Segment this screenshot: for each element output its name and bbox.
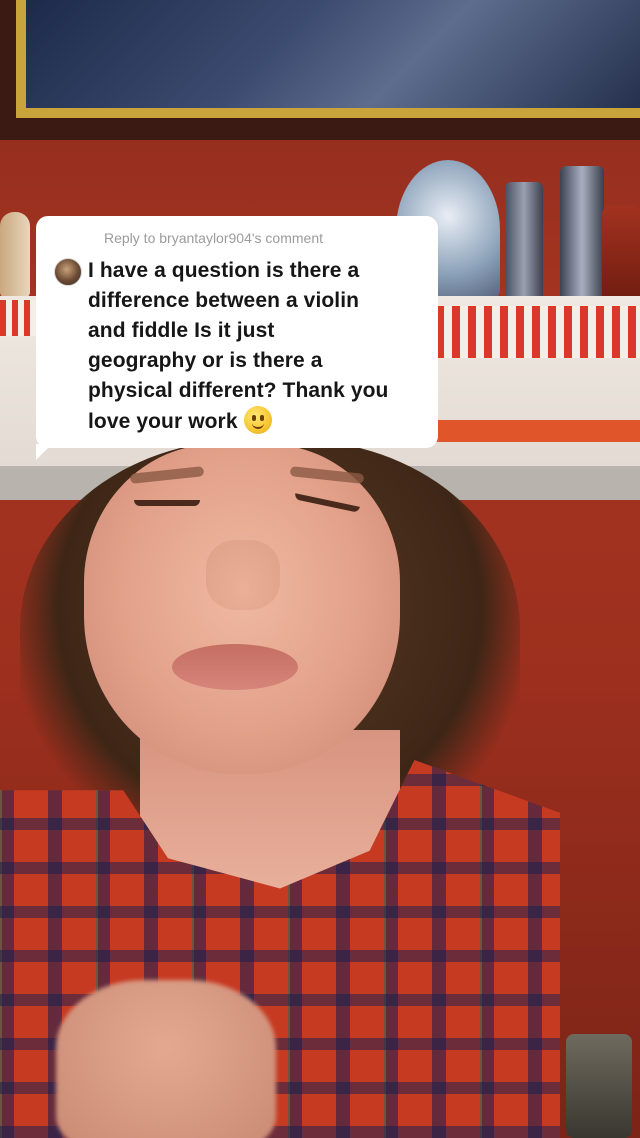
reply-header: Reply to bryantaylor904's comment (104, 230, 323, 246)
red-lantern (602, 206, 640, 304)
video-background[interactable] (0, 0, 640, 1138)
comment-line: geography or is there a (88, 349, 323, 372)
comment-line: difference between a violin (88, 289, 360, 312)
framed-painting (16, 0, 640, 118)
comment-row: I have a question is there a difference … (54, 256, 424, 437)
blurred-hand (56, 980, 276, 1138)
lips (172, 644, 298, 690)
left-eye-closed (134, 500, 200, 506)
shelf-band (436, 420, 640, 442)
comment-line: I have a question is there a (88, 259, 360, 282)
comment-line: and fiddle Is it just (88, 319, 275, 342)
reply-bubble-tail (36, 444, 52, 460)
figurine (566, 1034, 632, 1138)
emoji-mouth (251, 422, 264, 429)
nose (206, 540, 280, 610)
reply-comment-sticker[interactable]: Reply to bryantaylor904's comment I have… (36, 216, 438, 448)
decorative-jar-2 (560, 166, 604, 306)
commenter-avatar (54, 258, 82, 286)
vase-left (0, 212, 30, 298)
shelf-trim-right (436, 306, 640, 358)
comment-text: I have a question is there a difference … (88, 256, 388, 437)
shelf-trim-left (0, 300, 36, 336)
comment-line: love your work (88, 410, 238, 433)
slightly-smiling-face-emoji-icon (243, 406, 272, 434)
comment-line-last: love your work (88, 406, 388, 437)
decorative-jar-1 (505, 182, 543, 304)
comment-line: physical different? Thank you (88, 379, 389, 402)
